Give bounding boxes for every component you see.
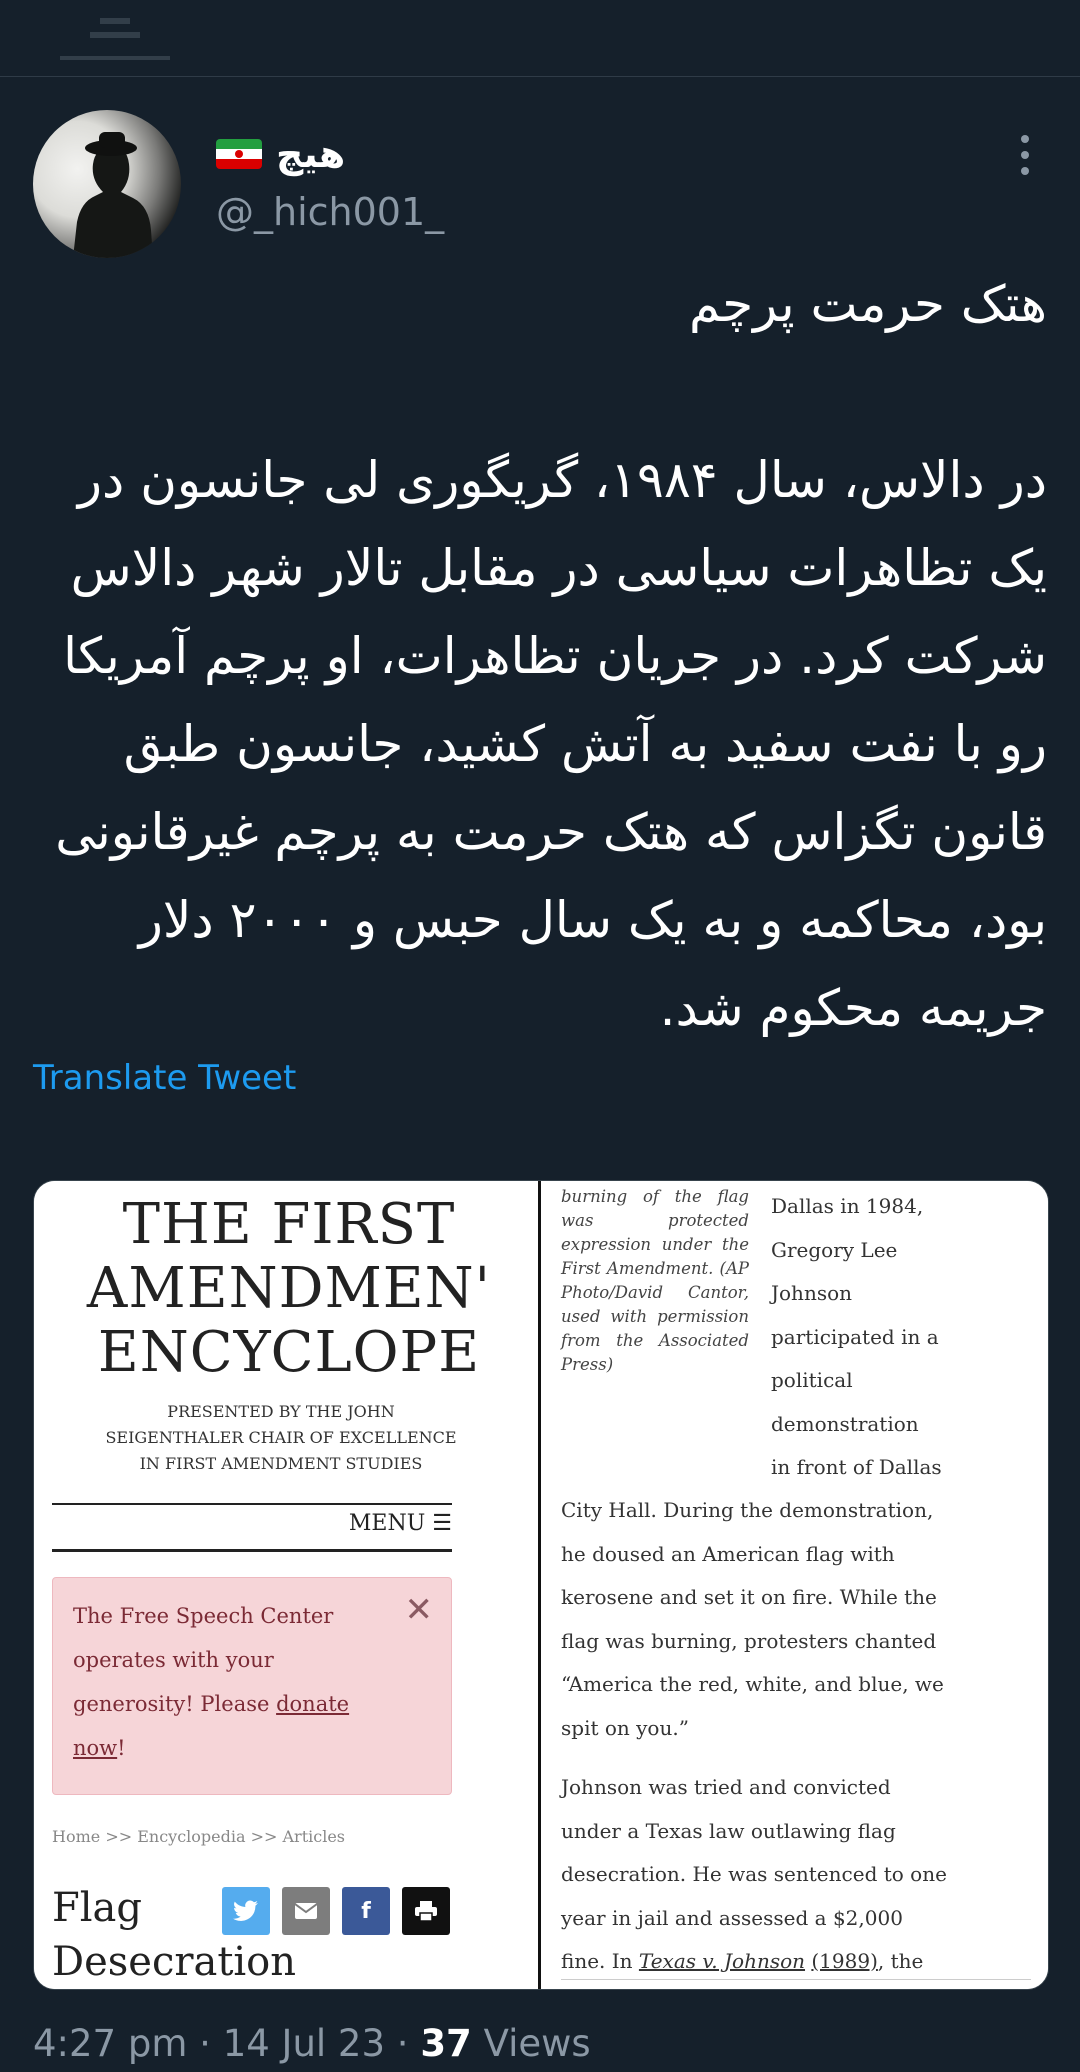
user-name-row: هیچ [216, 130, 345, 178]
donation-banner: The Free Speech Center operates with you… [52, 1577, 452, 1795]
avatar[interactable] [33, 110, 181, 258]
breadcrumb: Home >> Encyclopedia >> Articles [52, 1827, 346, 1846]
views-label: Views [483, 2022, 591, 2065]
more-options-icon[interactable] [1010, 135, 1040, 175]
tweet-meta: 4:27 pm · 14 Jul 23 · 37 Views [33, 2022, 591, 2065]
encyclopedia-page-left: THE FIRST AMENDMEN' ENCYCLOPE PRESENTED … [34, 1181, 538, 1989]
encyclopedia-page-right: burning of the flag was protected expres… [541, 1181, 1048, 1989]
article-paragraph-2: Johnson was tried and convicted under a … [561, 1775, 947, 1973]
tweet-media-image[interactable]: THE FIRST AMENDMEN' ENCYCLOPE PRESENTED … [33, 1180, 1049, 1990]
encyclopedia-title: THE FIRST AMENDMEN' ENCYCLOPE [86, 1193, 492, 1385]
encyclopedia-subtitle: PRESENTED BY THE JOHN SEIGENTHALER CHAIR… [105, 1402, 457, 1473]
email-share-icon [282, 1887, 330, 1935]
facebook-share-icon: f [342, 1887, 390, 1935]
translate-tweet-link[interactable]: Translate Tweet [33, 1058, 296, 1098]
top-bar [0, 0, 1080, 77]
menu-button: MENU ☰ [348, 1511, 452, 1536]
article-paragraph-start: Dallas in 1984, Gregory Lee Johnson part… [771, 1194, 942, 1479]
divider-line [561, 1979, 1031, 1980]
case-year-link: (1989) [811, 1949, 878, 1973]
case-link: Texas v. Johnson [638, 1949, 806, 1973]
photo-caption: burning of the flag was protected expres… [561, 1187, 749, 1374]
user-handle[interactable]: @_hich001_ [216, 190, 444, 234]
tweet-date[interactable]: 14 Jul 23 [223, 2022, 385, 2065]
display-name[interactable]: هیچ [276, 132, 345, 176]
blurred-header-icon [60, 18, 170, 60]
close-icon: ✕ [404, 1590, 434, 1630]
views-count[interactable]: 37 [420, 2022, 472, 2065]
twitter-share-icon [222, 1887, 270, 1935]
donation-text: The Free Speech Center operates with you… [73, 1604, 350, 1760]
print-icon [402, 1887, 450, 1935]
divider-line [52, 1503, 452, 1505]
tweet-text: هتک حرمت پرچم در دالاس، سال ۱۹۸۴، گریگور… [55, 275, 1047, 1037]
tweet-time[interactable]: 4:27 pm [33, 2022, 187, 2065]
iran-flag-icon [216, 139, 262, 169]
article-paragraph-1: City Hall. During the demonstration, he … [561, 1498, 944, 1740]
divider-line [52, 1549, 452, 1552]
